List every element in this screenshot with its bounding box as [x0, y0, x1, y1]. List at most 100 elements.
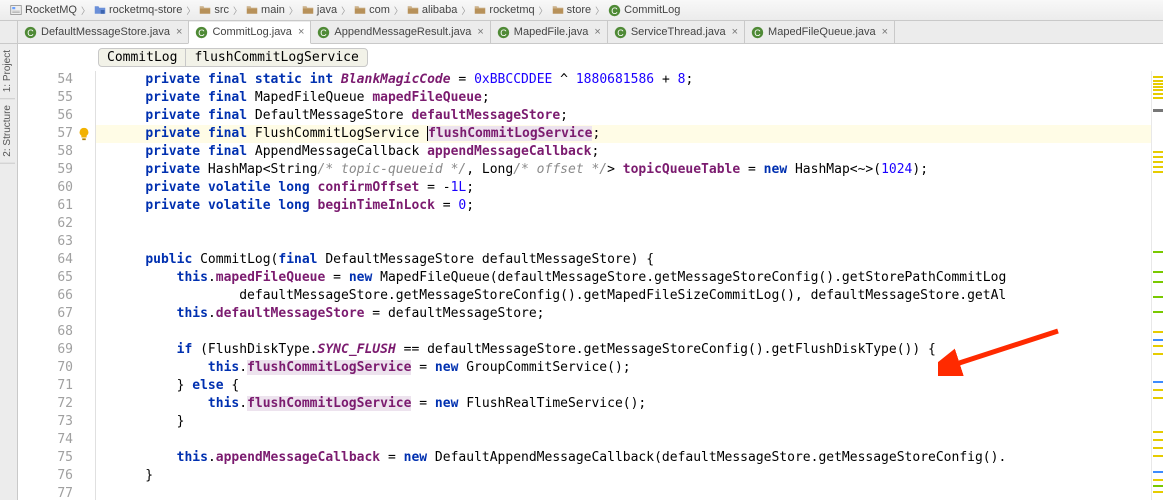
line-number: 74	[18, 431, 73, 449]
close-icon[interactable]: ×	[477, 26, 483, 38]
code-line[interactable]	[96, 431, 1163, 449]
marker[interactable]	[1153, 331, 1163, 333]
marker[interactable]	[1153, 339, 1163, 341]
gutter: 5455565758596061626364656667686970717273…	[18, 71, 96, 500]
marker[interactable]	[1153, 353, 1163, 355]
code-line[interactable]: defaultMessageStore.getMessageStoreConfi…	[96, 287, 1163, 305]
svg-text:C: C	[754, 27, 761, 37]
marker[interactable]	[1153, 431, 1163, 433]
line-number: 61	[18, 197, 73, 215]
marker[interactable]	[1153, 491, 1163, 493]
line-number: 71	[18, 377, 73, 395]
breadcrumb-item[interactable]: rocketmq-store	[90, 4, 186, 16]
marker[interactable]	[1153, 86, 1163, 88]
code-text[interactable]: private final static int BlankMagicCode …	[96, 71, 1163, 500]
breadcrumb-item[interactable]: src	[195, 4, 233, 16]
code-line[interactable]: this.appendMessageCallback = new Default…	[96, 449, 1163, 467]
line-number: 62	[18, 215, 73, 233]
breadcrumb-item[interactable]: java	[298, 4, 341, 16]
tool-window-tab[interactable]: 1: Project	[0, 44, 15, 99]
close-icon[interactable]: ×	[732, 26, 738, 38]
code-line[interactable]: }	[96, 467, 1163, 485]
marker[interactable]	[1153, 296, 1163, 298]
close-icon[interactable]: ×	[298, 26, 304, 38]
breadcrumb-item[interactable]: CCommitLog	[604, 4, 684, 17]
marker[interactable]	[1153, 89, 1163, 91]
editor-tab[interactable]: CDefaultMessageStore.java×	[17, 21, 189, 43]
marker-stripe[interactable]	[1151, 71, 1163, 500]
editor-tab[interactable]: CServiceThread.java×	[607, 21, 745, 43]
marker[interactable]	[1153, 471, 1163, 473]
marker[interactable]	[1153, 171, 1163, 173]
breadcrumb-item[interactable]: com	[350, 4, 394, 16]
code-line[interactable]: this.flushCommitLogService = new FlushRe…	[96, 395, 1163, 413]
code-line[interactable]: private volatile long confirmOffset = -1…	[96, 179, 1163, 197]
code-line[interactable]: private HashMap<String/* topic-queueid *…	[96, 161, 1163, 179]
marker[interactable]	[1153, 251, 1163, 253]
marker[interactable]	[1153, 455, 1163, 457]
marker[interactable]	[1153, 83, 1163, 85]
line-number: 63	[18, 233, 73, 251]
marker[interactable]	[1153, 447, 1163, 449]
code-line[interactable]: private final AppendMessageCallback appe…	[96, 143, 1163, 161]
code-line[interactable]: if (FlushDiskType.SYNC_FLUSH == defaultM…	[96, 341, 1163, 359]
code-line[interactable]	[96, 485, 1163, 500]
editor-tab[interactable]: CMapedFileQueue.java×	[744, 21, 895, 43]
breadcrumb-item[interactable]: rocketmq	[470, 4, 538, 16]
code-line[interactable]: public CommitLog(final DefaultMessageSto…	[96, 251, 1163, 269]
marker[interactable]	[1153, 97, 1163, 99]
line-number: 67	[18, 305, 73, 323]
breadcrumb-item[interactable]: main	[242, 4, 289, 16]
marker[interactable]	[1153, 93, 1163, 95]
breadcrumb-separator-icon: 〉	[186, 4, 195, 17]
marker[interactable]	[1153, 389, 1163, 391]
code-line[interactable]: this.defaultMessageStore = defaultMessag…	[96, 305, 1163, 323]
code-area[interactable]: 5455565758596061626364656667686970717273…	[18, 71, 1163, 500]
marker[interactable]	[1153, 271, 1163, 273]
breadcrumb-label: store	[567, 4, 591, 16]
editor-tab[interactable]: CCommitLog.java×	[188, 22, 311, 44]
tool-window-tab[interactable]: 2: Structure	[0, 99, 15, 164]
code-line[interactable]: private volatile long beginTimeInLock = …	[96, 197, 1163, 215]
marker[interactable]	[1153, 76, 1163, 78]
marker[interactable]	[1153, 109, 1163, 112]
marker[interactable]	[1153, 479, 1163, 481]
marker[interactable]	[1153, 397, 1163, 399]
line-number: 54	[18, 71, 73, 89]
marker[interactable]	[1153, 281, 1163, 283]
structure-crumb[interactable]: flushCommitLogService	[185, 48, 367, 67]
code-line[interactable]: } else {	[96, 377, 1163, 395]
code-line[interactable]: private final MapedFileQueue mapedFileQu…	[96, 89, 1163, 107]
code-line[interactable]: this.flushCommitLogService = new GroupCo…	[96, 359, 1163, 377]
editor-tab[interactable]: CMapedFile.java×	[490, 21, 608, 43]
code-line[interactable]: private final DefaultMessageStore defaul…	[96, 107, 1163, 125]
breadcrumb-item[interactable]: alibaba	[403, 4, 461, 16]
code-line[interactable]: }	[96, 413, 1163, 431]
breadcrumb-item[interactable]: store	[548, 4, 595, 16]
lightbulb-icon[interactable]	[77, 127, 91, 147]
code-line[interactable]: this.mapedFileQueue = new MapedFileQueue…	[96, 269, 1163, 287]
code-line[interactable]	[96, 323, 1163, 341]
editor-tab[interactable]: CAppendMessageResult.java×	[310, 21, 490, 43]
marker[interactable]	[1153, 80, 1163, 82]
marker[interactable]	[1153, 345, 1163, 347]
close-icon[interactable]: ×	[594, 26, 600, 38]
marker[interactable]	[1153, 485, 1163, 487]
code-line[interactable]	[96, 215, 1163, 233]
close-icon[interactable]: ×	[176, 26, 182, 38]
structure-crumb[interactable]: CommitLog	[98, 48, 186, 67]
marker[interactable]	[1153, 166, 1163, 168]
code-line[interactable]	[96, 233, 1163, 251]
marker[interactable]	[1153, 311, 1163, 313]
marker[interactable]	[1153, 381, 1163, 383]
line-number: 72	[18, 395, 73, 413]
marker[interactable]	[1153, 439, 1163, 441]
code-line[interactable]: private final static int BlankMagicCode …	[96, 71, 1163, 89]
tab-label: CommitLog.java	[212, 26, 291, 38]
close-icon[interactable]: ×	[882, 26, 888, 38]
marker[interactable]	[1153, 156, 1163, 158]
marker[interactable]	[1153, 161, 1163, 163]
marker[interactable]	[1153, 151, 1163, 153]
code-line[interactable]: private final FlushCommitLogService flus…	[96, 125, 1163, 143]
breadcrumb-item[interactable]: RocketMQ	[6, 4, 81, 16]
